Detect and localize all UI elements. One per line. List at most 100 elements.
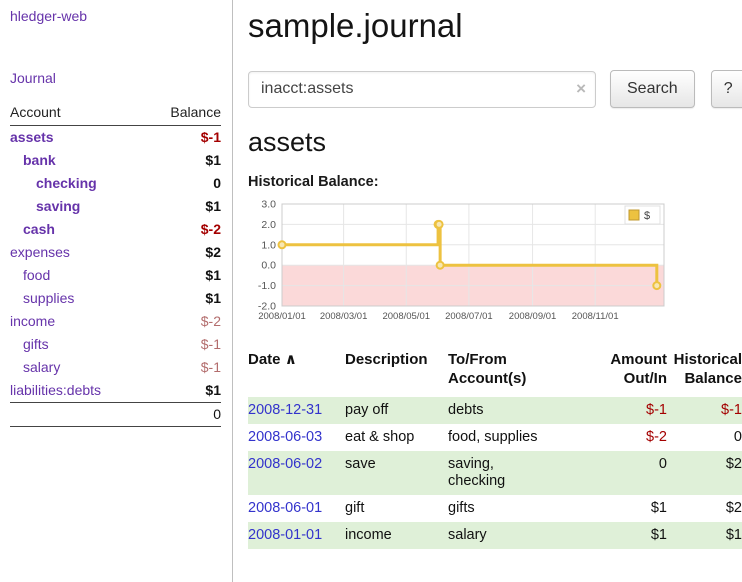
account-row: saving $1 — [10, 195, 221, 218]
sort-asc-icon: ∧ — [285, 351, 297, 368]
account-link-supplies[interactable]: supplies — [10, 290, 74, 307]
transaction-accounts: saving, checking — [448, 451, 581, 495]
account-balance: $-2 — [201, 313, 221, 330]
column-header-date[interactable]: Date ∧ — [248, 350, 345, 397]
page-title: sample.journal — [248, 6, 742, 46]
transaction-balance: 0 — [667, 424, 742, 451]
svg-text:2008/01/01: 2008/01/01 — [258, 311, 306, 322]
account-link-income[interactable]: income — [10, 313, 55, 330]
accounts-table-header: Account Balance — [10, 102, 221, 126]
column-header-description: Description — [345, 350, 448, 397]
transaction-date-link[interactable]: 2008-06-03 — [248, 429, 322, 445]
account-balance: $-1 — [201, 129, 221, 146]
transaction-amount: 0 — [581, 451, 667, 495]
balance-column-header: Balance — [170, 104, 221, 120]
account-link-checking[interactable]: checking — [10, 175, 97, 192]
transaction-balance: $1 — [667, 522, 742, 549]
svg-text:2008/07/01: 2008/07/01 — [445, 311, 493, 322]
accounts-total-balance: 0 — [213, 406, 221, 422]
account-link-cash[interactable]: cash — [10, 221, 55, 238]
account-row: food $1 — [10, 264, 221, 287]
transaction-balance: $-1 — [667, 397, 742, 424]
transaction-description: save — [345, 451, 448, 495]
search-bar: × Search ? — [248, 70, 742, 108]
register-row: 2008-06-02 save saving, checking 0 $2 — [248, 451, 742, 495]
svg-text:2008/05/01: 2008/05/01 — [382, 311, 430, 322]
account-balance: $-1 — [201, 336, 221, 353]
account-balance: $1 — [205, 267, 221, 284]
account-link-assets[interactable]: assets — [10, 129, 54, 146]
account-row: bank $1 — [10, 149, 221, 172]
clear-search-icon[interactable]: × — [576, 79, 586, 99]
app-title-link[interactable]: hledger-web — [10, 8, 221, 24]
account-balance: $2 — [205, 244, 221, 261]
transaction-description: pay off — [345, 397, 448, 424]
help-button[interactable]: ? — [711, 70, 742, 108]
svg-text:3.0: 3.0 — [261, 199, 276, 211]
svg-text:2008/03/01: 2008/03/01 — [320, 311, 368, 322]
account-row: salary $-1 — [10, 356, 221, 379]
search-button[interactable]: Search — [610, 70, 695, 108]
svg-text:-1.0: -1.0 — [258, 280, 276, 292]
account-link-gifts[interactable]: gifts — [10, 336, 49, 353]
transaction-accounts: debts — [448, 397, 581, 424]
column-header-historical-balance: Historical Balance — [667, 350, 742, 397]
historical-balance-chart: 3.02.01.00.0-1.0-2.02008/01/012008/03/01… — [248, 196, 668, 336]
account-row: liabilities:debts $1 — [10, 379, 221, 402]
account-row: checking 0 — [10, 172, 221, 195]
account-link-salary[interactable]: salary — [10, 359, 60, 376]
transaction-amount: $1 — [581, 495, 667, 522]
accounts-table: Account Balance assets $-1 bank $1 check… — [10, 102, 221, 427]
account-balance: 0 — [213, 175, 221, 192]
svg-text:2.0: 2.0 — [261, 219, 276, 231]
svg-text:0.0: 0.0 — [261, 260, 276, 272]
account-row: income $-2 — [10, 310, 221, 333]
account-link-bank[interactable]: bank — [10, 152, 56, 169]
main-content: sample.journal × Search ? assets Histori… — [248, 0, 742, 549]
transaction-date-link[interactable]: 2008-06-01 — [248, 500, 322, 516]
transaction-amount: $1 — [581, 522, 667, 549]
search-box: × — [248, 71, 596, 108]
account-row: expenses $2 — [10, 241, 221, 264]
sidebar-item-journal[interactable]: Journal — [10, 70, 221, 86]
register-row: 2008-01-01 income salary $1 $1 — [248, 522, 742, 549]
account-balance: $-2 — [201, 221, 221, 238]
svg-text:2008/11/01: 2008/11/01 — [572, 311, 619, 322]
chart-title: Historical Balance: — [248, 174, 742, 190]
account-balance: $-1 — [201, 359, 221, 376]
transaction-description: eat & shop — [345, 424, 448, 451]
account-balance: $1 — [205, 290, 221, 307]
account-balance: $1 — [205, 152, 221, 169]
account-balance: $1 — [205, 198, 221, 215]
account-link-food[interactable]: food — [10, 267, 50, 284]
account-link-expenses[interactable]: expenses — [10, 244, 70, 261]
transaction-date-link[interactable]: 2008-06-02 — [248, 456, 322, 472]
column-header-amount: Amount Out/In — [581, 350, 667, 397]
transaction-description: gift — [345, 495, 448, 522]
register-row: 2008-12-31 pay off debts $-1 $-1 — [248, 397, 742, 424]
account-link-saving[interactable]: saving — [10, 198, 80, 215]
transaction-balance: $2 — [667, 495, 742, 522]
account-heading: assets — [248, 126, 742, 158]
svg-text:$: $ — [644, 210, 650, 222]
account-column-header: Account — [10, 104, 61, 120]
transaction-description: income — [345, 522, 448, 549]
svg-text:1.0: 1.0 — [261, 239, 276, 251]
transaction-date-link[interactable]: 2008-01-01 — [248, 527, 322, 543]
transaction-accounts: food, supplies — [448, 424, 581, 451]
svg-text:2008/09/01: 2008/09/01 — [509, 311, 557, 322]
account-row: cash $-2 — [10, 218, 221, 241]
register-header-row: Date ∧ Description To/From Account(s) Am… — [248, 350, 742, 397]
transaction-accounts: gifts — [448, 495, 581, 522]
sidebar: hledger-web Journal Account Balance asse… — [0, 0, 233, 582]
account-link-liabilities-debts[interactable]: liabilities:debts — [10, 382, 101, 399]
transaction-date-link[interactable]: 2008-12-31 — [248, 402, 322, 418]
register-table: Date ∧ Description To/From Account(s) Am… — [248, 350, 742, 549]
transaction-amount: $-1 — [581, 397, 667, 424]
transaction-accounts: salary — [448, 522, 581, 549]
search-input[interactable] — [248, 71, 596, 108]
account-row: gifts $-1 — [10, 333, 221, 356]
transaction-amount: $-2 — [581, 424, 667, 451]
accounts-total-row: 0 — [10, 402, 221, 427]
account-row: assets $-1 — [10, 126, 221, 149]
